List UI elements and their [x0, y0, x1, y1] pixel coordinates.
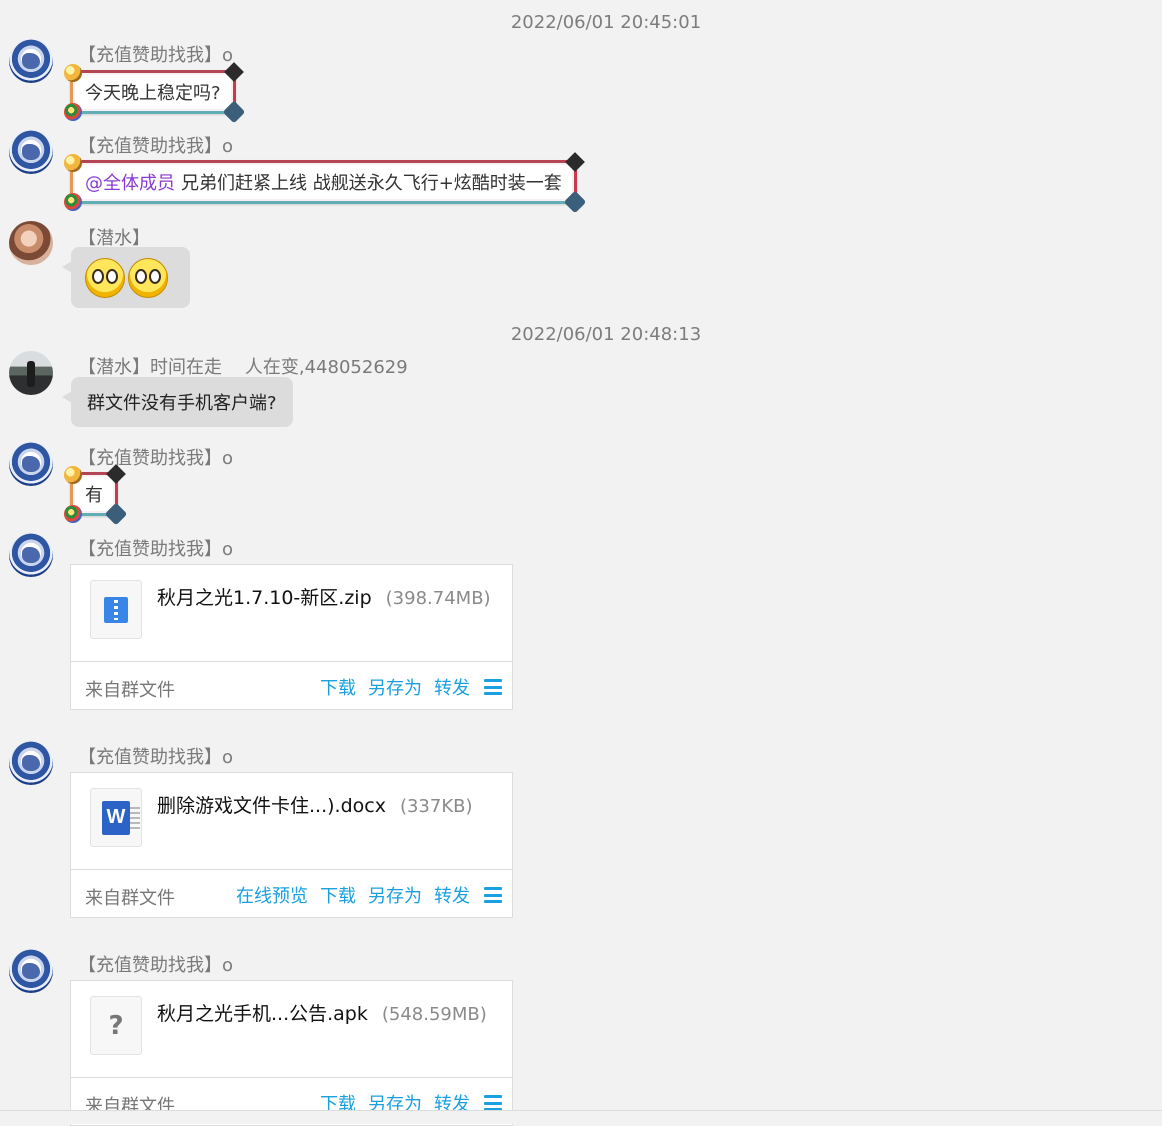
- file-actions: 在线预览 下载 另存为 转发: [236, 882, 502, 908]
- download-button[interactable]: 下载: [320, 674, 356, 700]
- message-bubble: @全体成员 兄弟们赶紧上线 战舰送永久飞行+炫酷时装一套: [64, 152, 587, 214]
- emoji-face-icon: [128, 257, 168, 298]
- file-name-row: 秋月之光1.7.10-新区.zip (398.74MB): [157, 583, 491, 610]
- frame-decoration-icon: [563, 190, 587, 214]
- frame-decoration-icon: [64, 103, 82, 121]
- avatar[interactable]: [9, 221, 53, 265]
- file-name[interactable]: 秋月之光1.7.10-新区.zip: [157, 587, 372, 609]
- avatar[interactable]: [9, 949, 53, 993]
- message-bubble: [62, 247, 190, 308]
- file-actions: 下载 另存为 转发: [320, 674, 502, 700]
- sender-name[interactable]: 【充值赞助找我】o: [78, 132, 233, 158]
- sender-name[interactable]: 【充值赞助找我】o: [78, 41, 233, 67]
- forward-button[interactable]: 转发: [434, 882, 470, 908]
- save-as-button[interactable]: 另存为: [368, 882, 422, 908]
- message-bubble: 群文件没有手机客户端?: [62, 377, 293, 427]
- file-source: 来自群文件: [85, 888, 175, 909]
- avatar[interactable]: [9, 351, 53, 395]
- avatar[interactable]: [9, 39, 53, 83]
- avatar[interactable]: [9, 533, 53, 577]
- message-text: 今天晚上稳定吗?: [85, 83, 221, 104]
- unknown-file-icon[interactable]: ?: [90, 996, 142, 1055]
- file-name-row: 删除游戏文件卡住...).docx (337KB): [157, 791, 473, 818]
- sender-name[interactable]: 【充值赞助找我】o: [78, 535, 233, 561]
- file-size: (398.74MB): [385, 588, 491, 609]
- preview-online-button[interactable]: 在线预览: [236, 882, 308, 908]
- message-text: 有: [85, 485, 103, 506]
- frame-decoration-icon: [64, 505, 82, 523]
- save-as-button[interactable]: 另存为: [368, 674, 422, 700]
- zip-file-icon[interactable]: [90, 580, 142, 639]
- file-source: 来自群文件: [85, 680, 175, 701]
- download-button[interactable]: 下载: [320, 882, 356, 908]
- avatar[interactable]: [9, 442, 53, 486]
- sender-name[interactable]: 【充值赞助找我】o: [78, 444, 233, 470]
- frame-decoration-icon: [64, 466, 82, 484]
- message-text: 群文件没有手机客户端?: [87, 393, 277, 414]
- file-card[interactable]: W 删除游戏文件卡住...).docx (337KB) 来自群文件 在线预览 下载…: [70, 772, 513, 918]
- message-bubble: 有: [64, 464, 128, 526]
- sender-name[interactable]: 【充值赞助找我】o: [78, 743, 233, 769]
- timestamp: 2022/06/01 20:48:13: [510, 324, 702, 345]
- forward-button[interactable]: 转发: [434, 674, 470, 700]
- menu-icon[interactable]: [484, 679, 502, 695]
- file-card[interactable]: ? 秋月之光手机...公告.apk (548.59MB) 来自群文件 下载 另存为…: [70, 980, 513, 1126]
- menu-icon[interactable]: [484, 1095, 502, 1111]
- sender-name[interactable]: 【潜水】时间在走 人在变,448052629: [78, 353, 408, 379]
- menu-icon[interactable]: [484, 887, 502, 903]
- file-size: (548.59MB): [381, 1004, 487, 1025]
- frame-decoration-icon: [104, 502, 128, 526]
- file-name[interactable]: 删除游戏文件卡住...).docx: [157, 795, 386, 817]
- chat-input-divider: [0, 1110, 1162, 1124]
- word-file-icon[interactable]: W: [90, 788, 142, 847]
- file-card[interactable]: 秋月之光1.7.10-新区.zip (398.74MB) 来自群文件 下载 另存为…: [70, 564, 513, 710]
- message-text: 兄弟们赶紧上线 战舰送永久飞行+炫酷时装一套: [181, 173, 562, 194]
- frame-decoration-icon: [64, 64, 82, 82]
- file-size: (337KB): [399, 796, 473, 817]
- emoji-face-icon: [85, 257, 125, 298]
- frame-decoration-icon: [564, 152, 585, 172]
- frame-decoration-icon: [64, 154, 82, 172]
- frame-decoration-icon: [222, 100, 245, 124]
- sender-name[interactable]: 【充值赞助找我】o: [78, 951, 233, 977]
- message-bubble: 今天晚上稳定吗?: [64, 62, 245, 124]
- frame-decoration-icon: [64, 193, 82, 211]
- file-name[interactable]: 秋月之光手机...公告.apk: [157, 1003, 368, 1025]
- avatar[interactable]: [9, 130, 53, 174]
- timestamp: 2022/06/01 20:45:01: [510, 12, 702, 33]
- mention-all[interactable]: @全体成员: [85, 169, 175, 195]
- avatar[interactable]: [9, 741, 53, 785]
- file-name-row: 秋月之光手机...公告.apk (548.59MB): [157, 999, 487, 1026]
